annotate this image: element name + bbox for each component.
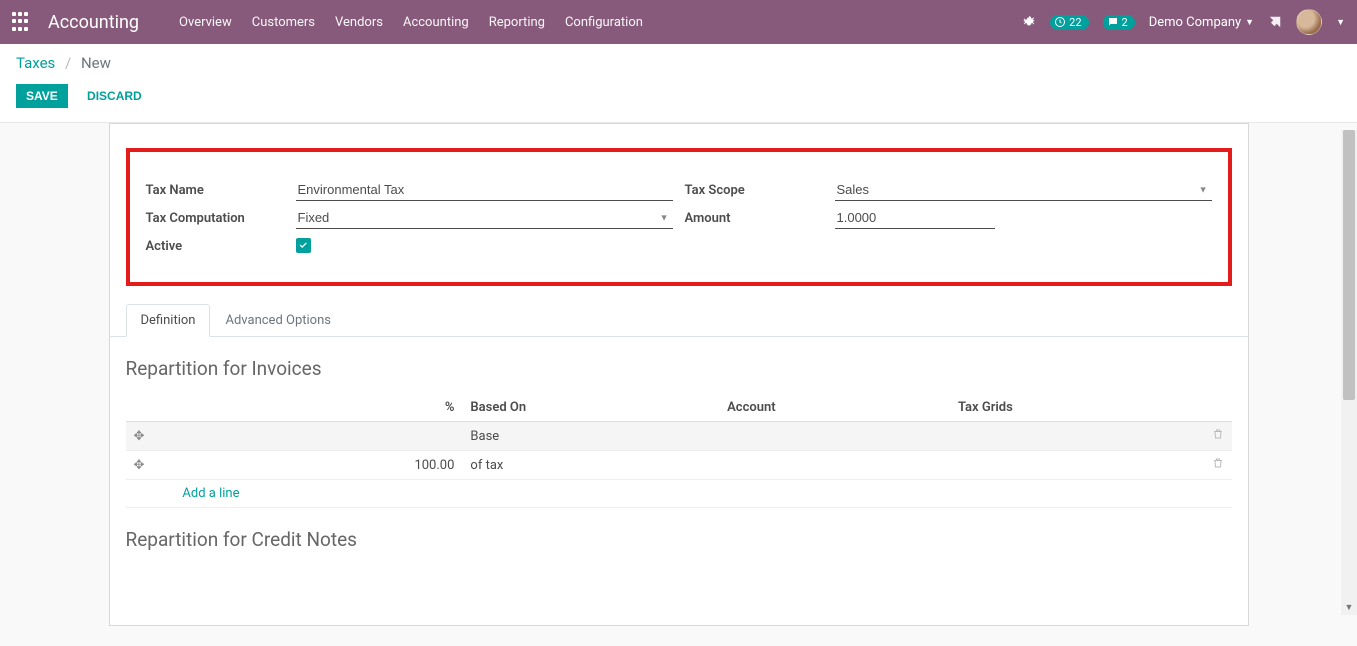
messages-count: 2 [1122,16,1128,29]
highlight-annotation: Tax Name Tax Computation ▼ Active [126,148,1232,286]
nav-reporting[interactable]: Reporting [489,15,545,30]
nav-customers[interactable]: Customers [252,15,315,30]
drag-handle-icon[interactable]: ✥ [126,451,153,480]
cell-percent[interactable]: 100.00 [152,451,462,480]
tabs: Definition Advanced Options [110,304,1248,337]
repartition-table: % Based On Account Tax Grids ✥ Base [126,394,1232,508]
breadcrumb: Taxes / New [16,54,1341,72]
nav-configuration[interactable]: Configuration [565,15,643,30]
checkbox-active[interactable] [296,238,311,253]
add-line-link[interactable]: Add a line [152,486,239,501]
cell-tax-grids[interactable] [950,451,1204,480]
top-navbar: Accounting Overview Customers Vendors Ac… [0,0,1357,44]
breadcrumb-root[interactable]: Taxes [16,54,55,72]
breadcrumb-separator: / [65,54,71,72]
apps-icon[interactable] [12,12,32,32]
chevron-down-icon: ▼ [1336,17,1345,28]
nav-menu: Overview Customers Vendors Accounting Re… [179,15,1022,30]
bug-icon[interactable] [1022,15,1036,29]
col-percent: % [152,394,462,422]
cell-tax-grids[interactable] [950,422,1204,451]
scroll-down-icon[interactable]: ▼ [1341,599,1357,615]
delete-row-icon[interactable] [1204,451,1232,480]
chevron-down-icon: ▼ [1245,17,1254,28]
select-tax-scope[interactable] [835,179,1212,201]
activity-count: 22 [1069,16,1081,29]
cell-account[interactable] [719,422,950,451]
cell-percent[interactable] [152,422,462,451]
drag-handle-icon[interactable]: ✥ [126,422,153,451]
sheet-container: Tax Name Tax Computation ▼ Active [0,123,1357,646]
section-invoices: Repartition for Invoices % Based On Acco… [110,337,1248,508]
nav-overview[interactable]: Overview [179,15,232,30]
form-col-left: Tax Name Tax Computation ▼ Active [140,176,679,260]
form-col-right: Tax Scope ▼ Amount [679,176,1218,260]
control-bar: Taxes / New SAVE DISCARD [0,44,1357,123]
scrollbar-thumb[interactable] [1343,130,1355,400]
breadcrumb-current: New [81,54,111,72]
section-credit-title: Repartition for Credit Notes [126,528,1232,551]
section-credit-notes: Repartition for Credit Notes [110,508,1248,551]
form-sheet: Tax Name Tax Computation ▼ Active [109,123,1249,626]
col-based-on: Based On [462,394,719,422]
label-tax-name: Tax Name [146,183,296,198]
table-row[interactable]: ✥ Base [126,422,1232,451]
nav-accounting[interactable]: Accounting [403,15,469,30]
discard-button[interactable]: DISCARD [77,84,152,108]
save-button[interactable]: SAVE [16,84,68,108]
label-active: Active [146,239,296,254]
col-tax-grids: Tax Grids [950,394,1204,422]
col-account: Account [719,394,950,422]
tab-definition[interactable]: Definition [126,304,211,337]
app-brand: Accounting [48,12,139,33]
tab-advanced[interactable]: Advanced Options [210,304,345,337]
scrollbar[interactable]: ▼ [1341,130,1357,615]
input-amount[interactable] [835,207,995,229]
activity-badge[interactable]: 22 [1050,15,1088,30]
label-tax-scope: Tax Scope [685,183,835,198]
section-invoices-title: Repartition for Invoices [126,357,1232,380]
user-avatar[interactable] [1296,9,1322,35]
nav-right: 22 2 Demo Company ▼ ▼ [1022,9,1345,35]
label-amount: Amount [685,211,835,226]
table-row[interactable]: ✥ 100.00 of tax [126,451,1232,480]
label-tax-computation: Tax Computation [146,211,296,226]
cell-based-on[interactable]: Base [462,422,719,451]
add-line-row: Add a line [126,480,1232,508]
debug-tool-icon[interactable] [1268,15,1282,29]
cell-account[interactable] [719,451,950,480]
select-tax-computation[interactable] [296,207,673,229]
cell-based-on[interactable]: of tax [462,451,719,480]
delete-row-icon[interactable] [1204,422,1232,451]
company-selector[interactable]: Demo Company ▼ [1149,15,1254,30]
messages-badge[interactable]: 2 [1103,15,1135,30]
input-tax-name[interactable] [296,179,673,201]
nav-vendors[interactable]: Vendors [335,15,383,30]
